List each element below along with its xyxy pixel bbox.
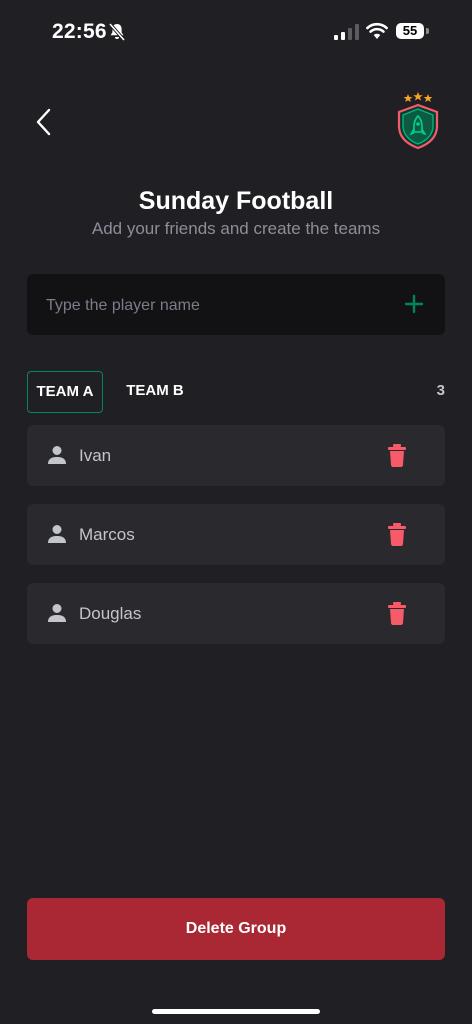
shield-stars-icon (397, 92, 439, 150)
battery-tip (426, 28, 429, 34)
battery-indicator: 55 (396, 23, 430, 41)
trash-icon[interactable] (387, 523, 407, 546)
user-icon (48, 604, 66, 622)
plus-icon[interactable] (403, 293, 425, 315)
status-bar: 22:56 55 (0, 0, 472, 64)
bell-muted-icon (109, 23, 125, 41)
tab-team-b[interactable]: TEAM B (116, 371, 194, 411)
player-name-field (27, 274, 445, 337)
player-card: Douglas (27, 583, 445, 644)
signal-icon (334, 24, 359, 40)
delete-group-button[interactable]: Delete Group (27, 898, 445, 960)
wifi-icon (366, 22, 388, 39)
player-card: Ivan (27, 425, 445, 486)
player-card: Marcos (27, 504, 445, 565)
player-name: Marcos (79, 525, 135, 544)
player-name: Ivan (79, 446, 112, 465)
trash-icon[interactable] (387, 602, 407, 625)
status-time: 22:56 (52, 20, 107, 43)
trash-icon[interactable] (387, 444, 407, 467)
home-indicator[interactable] (152, 1009, 320, 1014)
battery-level: 55 (396, 23, 424, 39)
page-title: Sunday Football (138, 187, 334, 215)
chevron-left-icon[interactable] (30, 106, 60, 138)
player-count: 3 (436, 382, 445, 399)
page-subtitle: Add your friends and create the teams (91, 219, 381, 238)
player-name: Douglas (79, 604, 142, 623)
player-name-input[interactable] (44, 274, 388, 337)
user-icon (48, 446, 66, 464)
user-icon (48, 525, 66, 543)
tab-team-a[interactable]: TEAM A (27, 371, 103, 413)
